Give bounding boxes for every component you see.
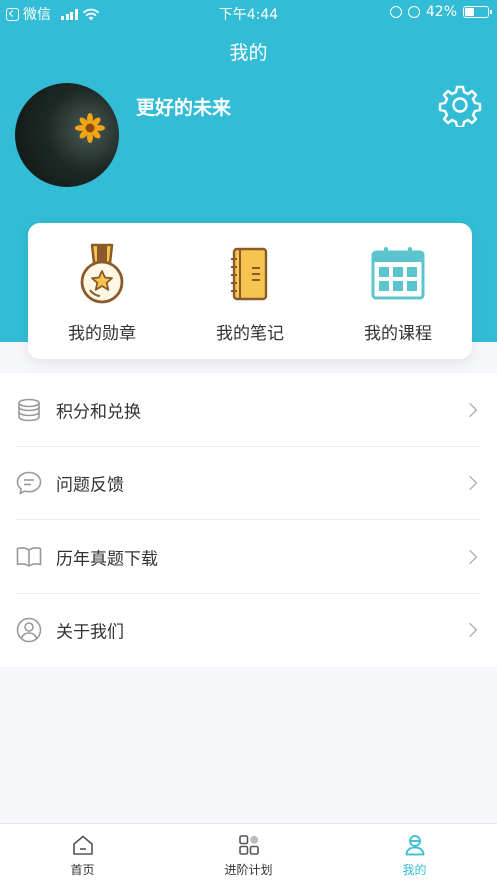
profile-icon (405, 835, 424, 856)
notebook-icon (231, 247, 268, 301)
alarm-icon (407, 6, 420, 18)
medal-icon (80, 243, 124, 304)
status-bar: 微信 下午4:44 42% (0, 0, 497, 26)
quick-links-card: 我的勋章 我的笔记 我的课程 (28, 223, 472, 359)
quick-link-label: 我的勋章 (68, 324, 136, 344)
coins-icon (18, 398, 40, 422)
chevron-right-icon (462, 549, 478, 564)
tab-label: 首页 (70, 863, 95, 877)
chevron-right-icon (462, 623, 478, 638)
tab-label: 我的 (402, 863, 427, 877)
menu-item-label: 积分和兑换 (56, 402, 141, 423)
quick-link-label: 我的课程 (364, 324, 432, 344)
chat-bubble-icon (16, 471, 42, 495)
settings-menu-list: 积分和兑换 问题反馈 历年真题下载 关于我们 (0, 373, 497, 667)
menu-item-past-exams[interactable]: 历年真题下载 (0, 520, 497, 594)
calendar-icon (371, 247, 425, 300)
menu-item-about[interactable]: 关于我们 (0, 594, 497, 668)
quick-link-medals[interactable]: 我的勋章 (28, 223, 176, 359)
battery-percent: 42% (425, 4, 457, 20)
quick-link-label: 我的笔记 (216, 324, 284, 344)
tab-advance-plan[interactable]: 进阶计划 (166, 824, 331, 883)
battery-icon (463, 6, 492, 18)
tab-profile[interactable]: 我的 (332, 824, 497, 883)
user-circle-icon (16, 617, 42, 643)
page-title: 我的 (229, 42, 268, 64)
avatar[interactable] (15, 83, 119, 187)
chevron-right-icon (462, 476, 478, 491)
open-book-icon (16, 546, 42, 567)
username[interactable]: 更好的未来 (136, 93, 231, 120)
menu-item-label: 历年真题下载 (56, 549, 158, 570)
menu-item-label: 关于我们 (56, 622, 124, 643)
sunflower-image (75, 113, 105, 143)
tab-label: 进阶计划 (224, 863, 273, 877)
menu-item-feedback[interactable]: 问题反馈 (0, 447, 497, 520)
bottom-tab-bar: 首页 进阶计划 我的 (0, 823, 497, 883)
grid-icon (238, 835, 259, 855)
rotation-lock-icon (389, 6, 402, 18)
quick-link-courses[interactable]: 我的课程 (324, 223, 472, 359)
tab-home[interactable]: 首页 (0, 824, 165, 883)
menu-item-label: 问题反馈 (56, 475, 124, 496)
settings-gear-icon[interactable] (438, 83, 482, 127)
quick-link-notes[interactable]: 我的笔记 (176, 223, 324, 359)
chevron-right-icon (462, 402, 478, 417)
home-icon (72, 835, 93, 855)
menu-item-points[interactable]: 积分和兑换 (0, 373, 497, 447)
